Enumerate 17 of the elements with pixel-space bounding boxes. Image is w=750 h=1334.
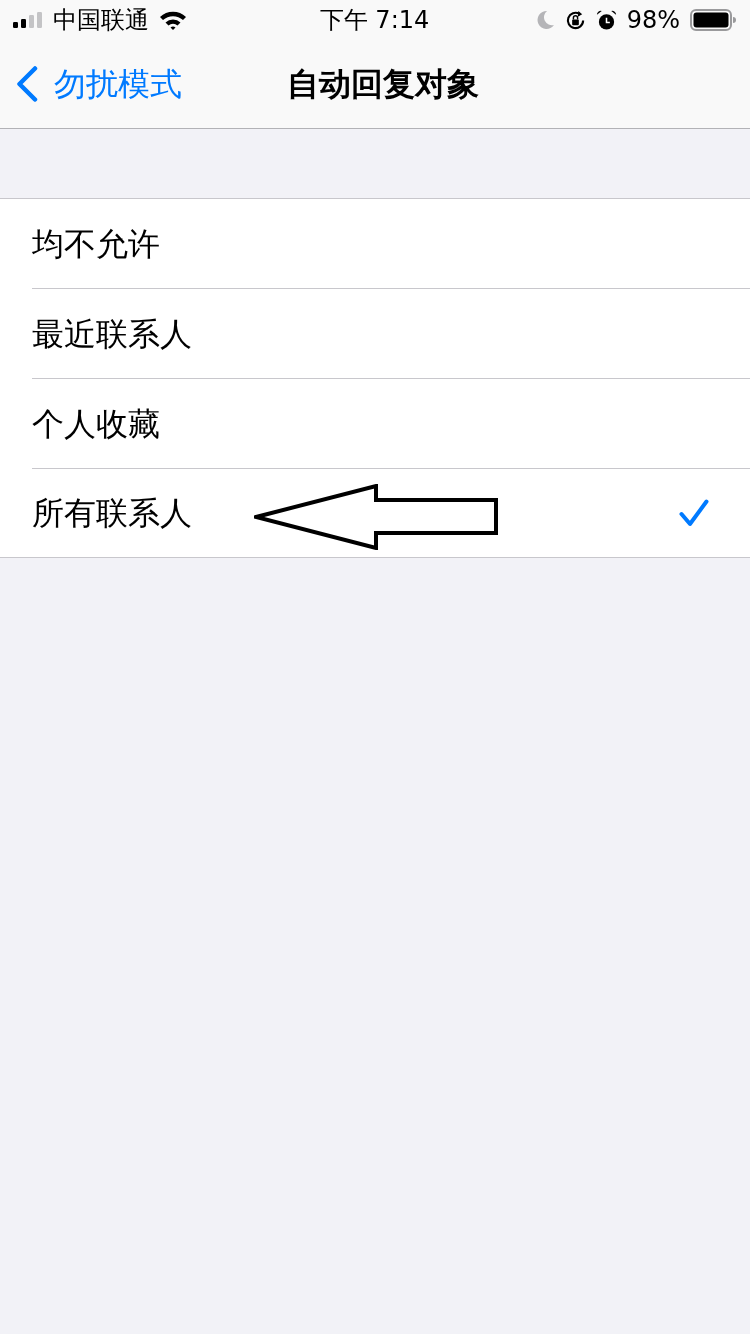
page-title: 自动回复对象 <box>287 64 479 104</box>
back-button[interactable]: 勿扰模式 <box>16 64 182 104</box>
checkmark-icon <box>679 499 709 527</box>
alarm-clock-icon <box>595 9 617 31</box>
moon-icon <box>536 10 555 30</box>
carrier-name: 中国联通 <box>53 5 149 35</box>
option-label: 所有联系人 <box>32 493 192 533</box>
battery-percentage: 98% <box>626 5 680 35</box>
chevron-left-icon <box>16 66 38 102</box>
status-time: 下午 7:14 <box>319 5 430 35</box>
option-label: 个人收藏 <box>32 403 160 444</box>
wifi-icon <box>159 10 187 30</box>
rotation-lock-icon <box>564 9 586 31</box>
battery-icon <box>690 9 736 31</box>
option-label: 均不允许 <box>32 223 160 264</box>
option-label: 最近联系人 <box>32 313 192 354</box>
signal-icon <box>13 12 43 28</box>
